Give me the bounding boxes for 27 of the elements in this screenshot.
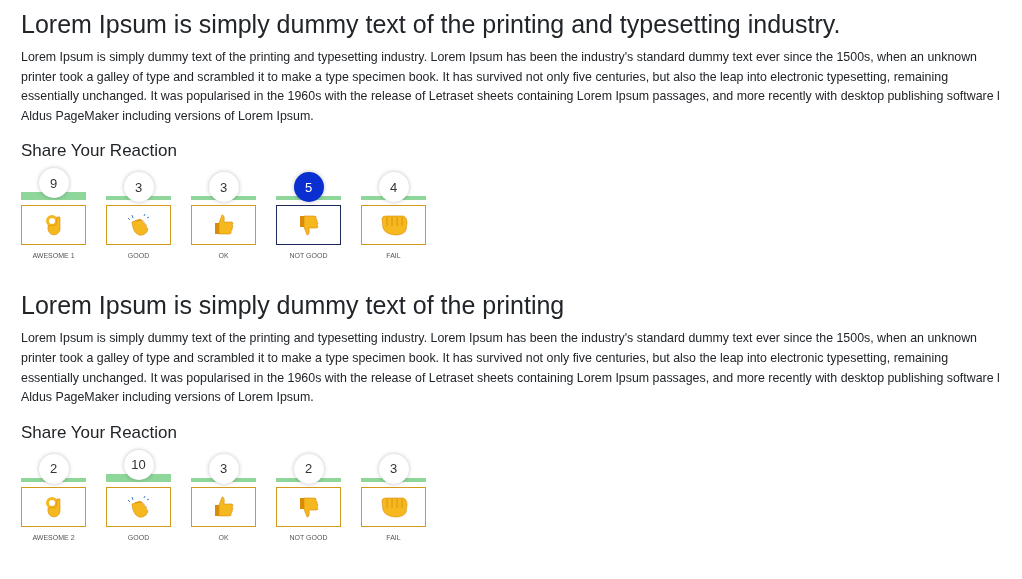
reaction-heading: Share Your Reaction [21, 421, 178, 444]
clapping-hands-icon [125, 213, 152, 238]
reaction-count: 10 [123, 449, 154, 480]
reaction-heading: Share Your Reaction [21, 140, 178, 163]
reaction-count: 3 [378, 453, 409, 484]
reaction-button[interactable] [276, 205, 341, 246]
fist-icon [378, 495, 409, 518]
thumbs-down-icon [297, 214, 320, 237]
ok-hand-icon [44, 495, 63, 518]
reaction-count: 3 [208, 453, 239, 484]
reaction-count: 5 [293, 172, 324, 203]
article-paragraph: Lorem Ipsum is simply dummy text of the printing and typesetting industry. Lorem Ipsum has been the industry's standard dummy text ever since the 1500s, when an unknown printer took a galley of type and scrambled it to make a type specimen book. It has survived not only five centuries, but also the leap into electronic typesetting, remaining essentially unchanged. It was popularised in the 1960s with the release of Letraset sheets containing Lorem Ipsum passages, and more recently with desktop publishing software l Aldus PageMaker including versions of Lorem Ipsum. [21, 49, 1001, 125]
article-title: Lorem Ipsum is simply dummy text of the printing [21, 290, 566, 322]
ok-hand-icon [44, 214, 63, 237]
thumbs-up-icon [212, 495, 235, 518]
reaction-count: 9 [38, 168, 69, 199]
article-title: Lorem Ipsum is simply dummy text of the printing and typesetting industry. [21, 9, 842, 40]
reaction-count: 2 [38, 453, 69, 484]
clapping-hands-icon [125, 494, 152, 519]
reaction-count: 3 [208, 172, 239, 203]
reaction-count: 4 [378, 172, 409, 203]
thumbs-down-icon [297, 495, 320, 518]
article-paragraph: Lorem Ipsum is simply dummy text of the printing and typesetting industry. Lorem Ipsum has been the industry's standard dummy text ever since the 1500s, when an unknown printer took a galley of type and scrambled it to make a type specimen book. It has survived not only five centuries, but also the leap into electronic typesetting, remaining essentially unchanged. It was popularised in the 1960s with the release of Letraset sheets containing Lorem Ipsum passages, and more recently with desktop publishing software l Aldus PageMaker including versions of Lorem Ipsum. [21, 330, 1001, 407]
reaction-count: 3 [123, 172, 154, 203]
fist-icon [378, 214, 409, 237]
reaction-count: 2 [293, 453, 324, 484]
thumbs-up-icon [212, 214, 235, 237]
